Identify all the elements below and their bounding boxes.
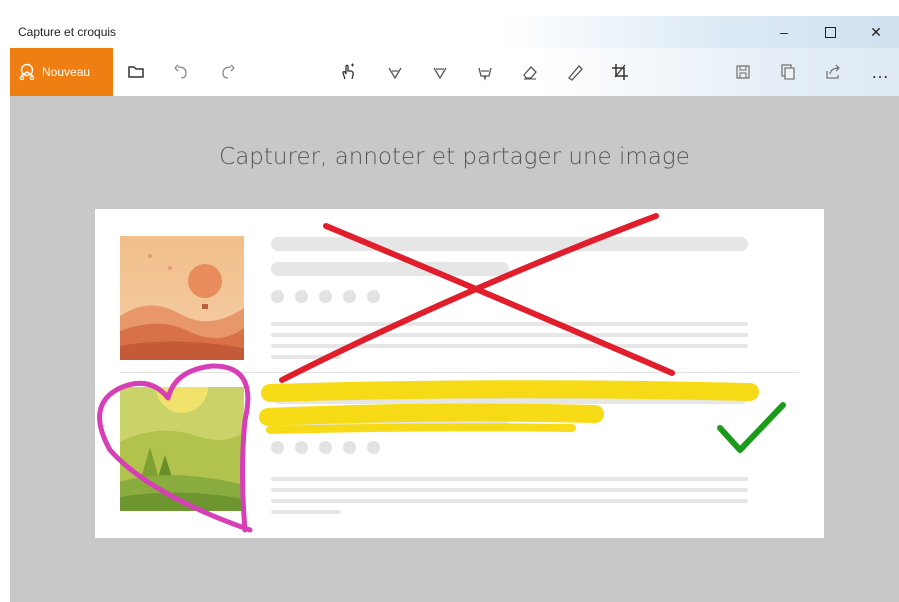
rating-dot — [367, 441, 380, 454]
new-snip-icon — [19, 63, 35, 81]
redo-icon — [222, 64, 235, 79]
rating-dot — [319, 290, 332, 303]
app-window: Capture et croquis – ✕ Nouveau … Capture… — [10, 16, 899, 602]
window-title: Capture et croquis — [18, 25, 117, 39]
touch-writing-icon — [342, 63, 354, 80]
canvas-heading: Capturer, annoter et partager une image — [219, 144, 690, 170]
title-bar: Capture et croquis – ✕ — [10, 16, 899, 48]
share-button[interactable] — [821, 60, 845, 84]
minimize-button[interactable]: – — [761, 16, 807, 48]
highlighter-button[interactable] — [473, 60, 497, 84]
text-line — [271, 322, 748, 326]
more-options-button[interactable]: … — [868, 60, 892, 84]
eraser-button[interactable] — [518, 60, 542, 84]
share-icon — [826, 64, 840, 79]
green-landscape-image — [120, 387, 244, 511]
sample-document-card — [95, 209, 824, 538]
pencil-button[interactable] — [428, 60, 452, 84]
save-icon — [736, 65, 750, 79]
rating-dot — [271, 290, 284, 303]
open-folder-icon — [128, 66, 144, 78]
text-line — [271, 333, 748, 337]
eraser-icon — [523, 66, 537, 80]
new-snip-button[interactable]: Nouveau — [10, 48, 113, 96]
ballpoint-pen-button[interactable] — [383, 60, 407, 84]
ruler-icon — [568, 65, 583, 81]
text-line — [271, 510, 341, 514]
rating-dot — [271, 441, 284, 454]
highlighter-icon — [478, 67, 492, 81]
undo-icon — [174, 64, 187, 79]
maximize-button[interactable] — [807, 16, 853, 48]
text-line — [271, 355, 341, 359]
touch-writing-button[interactable] — [336, 60, 360, 84]
save-button[interactable] — [731, 60, 755, 84]
open-file-button[interactable] — [124, 60, 148, 84]
crop-button[interactable] — [608, 60, 632, 84]
rating-dot — [319, 441, 332, 454]
text-line — [271, 344, 748, 348]
rating-dot — [295, 441, 308, 454]
pencil-icon — [433, 67, 447, 80]
text-placeholder — [271, 416, 509, 430]
text-placeholder — [271, 237, 748, 251]
close-button[interactable]: ✕ — [853, 16, 899, 48]
undo-button[interactable] — [170, 60, 194, 84]
text-line — [271, 488, 748, 492]
toolbar: Nouveau … — [10, 48, 899, 96]
more-icon: … — [871, 61, 889, 82]
divider — [120, 372, 799, 373]
copy-icon — [781, 64, 795, 80]
maximize-icon — [824, 26, 836, 38]
rating-dot — [343, 290, 356, 303]
rating-dot — [343, 441, 356, 454]
rating-dot — [295, 290, 308, 303]
text-placeholder — [271, 262, 509, 276]
text-line — [271, 477, 748, 481]
ruler-button[interactable] — [563, 60, 587, 84]
text-line — [271, 499, 748, 503]
crop-icon — [612, 64, 628, 80]
new-button-label: Nouveau — [42, 65, 91, 79]
copy-button[interactable] — [776, 60, 800, 84]
rating-dot — [367, 290, 380, 303]
ballpoint-pen-icon — [388, 67, 402, 80]
text-placeholder — [271, 390, 748, 404]
canvas-area: Capturer, annoter et partager une image — [10, 96, 899, 602]
redo-button[interactable] — [215, 60, 239, 84]
balloon-landscape-image — [120, 236, 244, 360]
